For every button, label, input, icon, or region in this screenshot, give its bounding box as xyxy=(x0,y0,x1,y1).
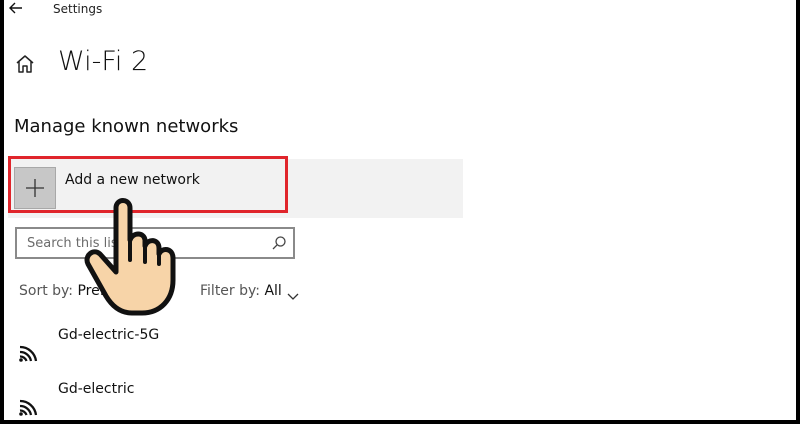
search-icon[interactable] xyxy=(271,235,287,251)
network-name: Gd-electric xyxy=(58,381,135,397)
home-icon[interactable] xyxy=(14,53,36,75)
network-item-gd-electric[interactable]: Gd-electric xyxy=(18,381,318,420)
sort-label: Sort by: xyxy=(19,283,74,299)
back-arrow-icon[interactable] xyxy=(8,0,24,14)
filter-label: Filter by: xyxy=(200,283,260,299)
network-name: Gd-electric-5G xyxy=(58,327,160,343)
network-item-gd-electric-5g[interactable]: Gd-electric-5G xyxy=(18,327,318,367)
wifi-icon xyxy=(18,335,46,363)
wifi-icon xyxy=(18,389,46,417)
title-bar: Settings xyxy=(4,0,796,20)
section-title: Manage known networks xyxy=(14,116,239,137)
app-title: Settings xyxy=(53,2,103,16)
hand-pointer-icon xyxy=(82,196,182,318)
settings-window: Settings Wi-Fi 2 Manage known networks A… xyxy=(4,0,796,420)
filter-value[interactable]: All xyxy=(264,283,281,299)
filter-dropdown[interactable]: Filter by: All xyxy=(200,283,282,299)
page-title: Wi-Fi 2 xyxy=(58,46,149,77)
chevron-down-icon[interactable] xyxy=(287,287,299,300)
